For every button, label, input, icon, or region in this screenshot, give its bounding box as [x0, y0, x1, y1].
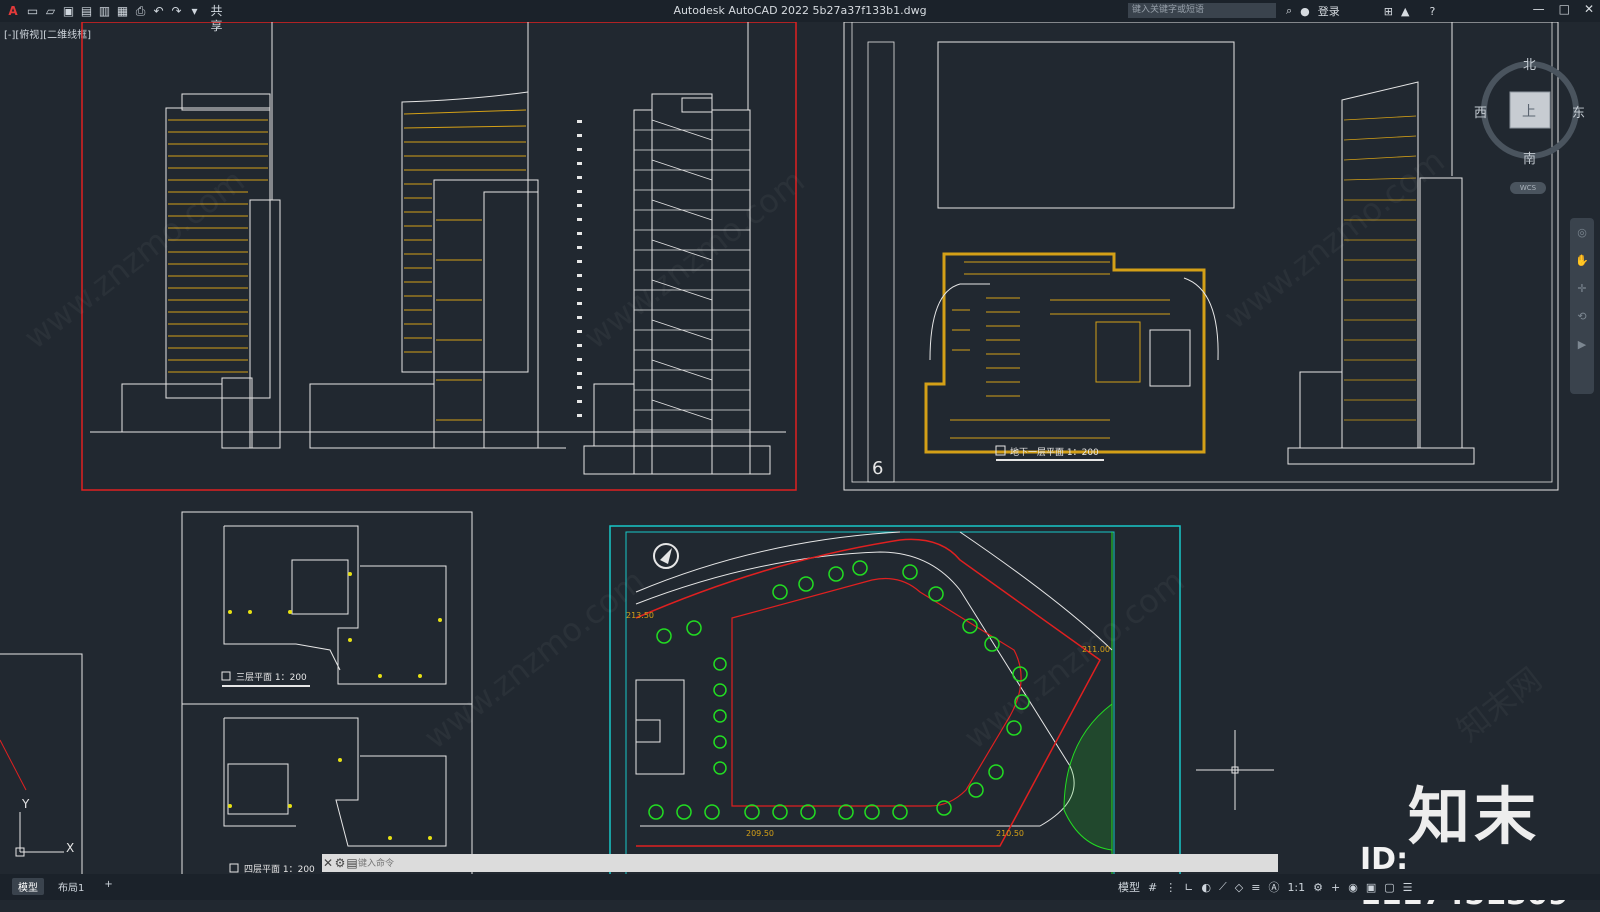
right-sheet-inner-frame	[851, 22, 1553, 483]
site-block-rect	[937, 41, 1235, 209]
clean-screen-icon[interactable]: ▢	[1384, 881, 1394, 894]
zoom-icon[interactable]: ✛	[1570, 282, 1594, 302]
command-customize-icon[interactable]: ⚙	[334, 856, 346, 870]
status-bar: 模型 布局1 + 模型 # ⋮ ∟ ◐ ⟋ ◇ ≡ Ⓐ 1:1 ⚙ + ◉ ▣ …	[0, 874, 1600, 900]
a360-icon[interactable]: ▲	[1401, 5, 1409, 18]
command-recent-icon[interactable]: ▤	[346, 856, 358, 870]
viewcube-north[interactable]: 北	[1523, 54, 1536, 73]
user-icon[interactable]: ●	[1300, 5, 1310, 18]
ortho-icon[interactable]: ∟	[1184, 881, 1193, 894]
status-toggles: 模型 # ⋮ ∟ ◐ ⟋ ◇ ≡ Ⓐ 1:1 ⚙ + ◉ ▣ ▢ ☰	[1118, 879, 1413, 895]
save-as-icon[interactable]: ▤	[79, 4, 94, 19]
ucs-y-label: Y	[21, 797, 30, 811]
parking-stalls	[950, 261, 1170, 439]
minimize-icon[interactable]: —	[1533, 2, 1545, 16]
third-floor-dots	[228, 572, 442, 678]
window-controls: — □ ✕	[1533, 2, 1594, 16]
workspace-gear-icon[interactable]: ⚙	[1313, 881, 1323, 894]
tower-elevation-2	[309, 22, 566, 449]
cart-icon[interactable]: ⊞	[1384, 5, 1393, 18]
fourth-floor-dots	[228, 758, 432, 840]
quick-access-toolbar: A ▭ ▱ ▣ ▤ ▥ ▦ ⎙ ↶ ↷ ▾ 共享	[4, 3, 224, 33]
model-space-button[interactable]: 模型	[1118, 879, 1140, 895]
crosshair-cursor	[1196, 730, 1274, 810]
annotation-scale-icon[interactable]: Ⓐ	[1268, 879, 1279, 895]
osnap-icon[interactable]: ◇	[1235, 881, 1243, 894]
viewcube-top-face: 上	[1522, 104, 1536, 120]
ucs-x-label: X	[66, 841, 74, 855]
site-small-building	[635, 679, 685, 775]
login-button[interactable]: 登录	[1318, 3, 1340, 19]
title-right-tools: ⌕ ● 登录 ⊞ ▲ ?	[1286, 3, 1435, 19]
new-file-icon[interactable]: ▭	[25, 4, 40, 19]
elevation-mark-1: 213.50	[626, 611, 654, 620]
autocad-logo-icon[interactable]: A	[4, 4, 22, 19]
grid-icon[interactable]: #	[1148, 881, 1157, 894]
layout-tabs: 模型 布局1 +	[12, 878, 119, 895]
third-floor-plan	[223, 525, 447, 685]
polar-icon[interactable]: ◐	[1201, 881, 1211, 894]
wcs-menu[interactable]: WCS	[1510, 182, 1546, 194]
site-building-footprint	[731, 577, 1022, 807]
viewcube-south[interactable]: 南	[1523, 148, 1536, 167]
share-button[interactable]: 共享	[209, 3, 224, 33]
tower-2-yellow-floors	[403, 109, 527, 421]
steering-wheel-icon[interactable]: ◎	[1570, 226, 1594, 246]
save-icon[interactable]: ▣	[61, 4, 76, 19]
isolate-icon[interactable]: ◉	[1348, 881, 1358, 894]
isodraft-icon[interactable]: ⟋	[1219, 880, 1227, 894]
open-file-icon[interactable]: ▱	[43, 4, 58, 19]
annotate-plus-icon[interactable]: +	[1331, 881, 1340, 894]
customize-dropdown-icon[interactable]: ▾	[187, 4, 202, 19]
save-web-icon[interactable]: ▦	[115, 4, 130, 19]
title-bar: A ▭ ▱ ▣ ▤ ▥ ▦ ⎙ ↶ ↷ ▾ 共享 Autodesk AutoCA…	[0, 0, 1600, 33]
drawing-canvas[interactable]: 6 地下一层平面 1：200 三层平面 1：200 四层平面 1：200 213…	[0, 22, 1600, 874]
tab-layout1[interactable]: 布局1	[52, 878, 90, 895]
viewcube[interactable]: 上	[1481, 61, 1579, 159]
title-block-strip	[867, 41, 895, 483]
tab-model[interactable]: 模型	[12, 878, 44, 895]
command-line: ✕ ⚙ ▤	[322, 854, 1278, 872]
navigation-bar: ◎ ✋ ✛ ⟲ ▶	[1570, 218, 1594, 394]
snap-icon[interactable]: ⋮	[1165, 881, 1176, 894]
elevation-mark-4: 210.50	[996, 829, 1024, 838]
undo-icon[interactable]: ↶	[151, 4, 166, 19]
search-input[interactable]: 键入关键字或短语	[1128, 3, 1276, 18]
tower-1-yellow-floors	[168, 119, 268, 373]
command-close-icon[interactable]: ✕	[322, 856, 334, 870]
ucs-icon	[15, 812, 64, 857]
viewcube-west[interactable]: 西	[1474, 102, 1487, 121]
lineweight-icon[interactable]: ≡	[1251, 881, 1260, 894]
share-label: 共享	[210, 3, 223, 33]
basement-plan	[924, 252, 1219, 454]
redo-icon[interactable]: ↷	[169, 4, 184, 19]
pan-icon[interactable]: ✋	[1570, 254, 1594, 274]
floor4-plan-label: 四层平面 1：200	[244, 864, 315, 874]
open-web-icon[interactable]: ▥	[97, 4, 112, 19]
command-input[interactable]	[358, 856, 1158, 870]
elevation-mark-3: 209.50	[746, 829, 774, 838]
floor3-label-checkbox	[221, 671, 231, 681]
scale-selector[interactable]: 1:1	[1287, 881, 1305, 894]
north-arrow-icon	[653, 543, 679, 569]
viewcube-east[interactable]: 东	[1572, 102, 1585, 121]
plot-icon[interactable]: ⎙	[133, 4, 148, 19]
floor3-plan-label: 三层平面 1：200	[236, 672, 307, 683]
search-icon[interactable]: ⌕	[1286, 4, 1292, 18]
basement-plan-label: 地下一层平面 1：200	[1010, 446, 1099, 458]
customize-status-icon[interactable]: ☰	[1403, 881, 1413, 894]
hardware-accel-icon[interactable]: ▣	[1366, 881, 1376, 894]
showmotion-icon[interactable]: ▶	[1570, 338, 1594, 358]
floor4-label-checkbox	[229, 863, 239, 873]
site-hatched-green-area	[1063, 702, 1113, 851]
dotted-marker-column	[577, 120, 582, 417]
fourth-floor-plan	[223, 717, 447, 847]
help-icon[interactable]: ?	[1429, 5, 1435, 18]
close-icon[interactable]: ✕	[1584, 2, 1594, 16]
orbit-icon[interactable]: ⟲	[1570, 310, 1594, 330]
maximize-icon[interactable]: □	[1559, 2, 1570, 16]
partial-red-line	[0, 739, 27, 791]
sheet-number: 6	[872, 458, 883, 479]
add-layout-button[interactable]: +	[98, 878, 118, 895]
